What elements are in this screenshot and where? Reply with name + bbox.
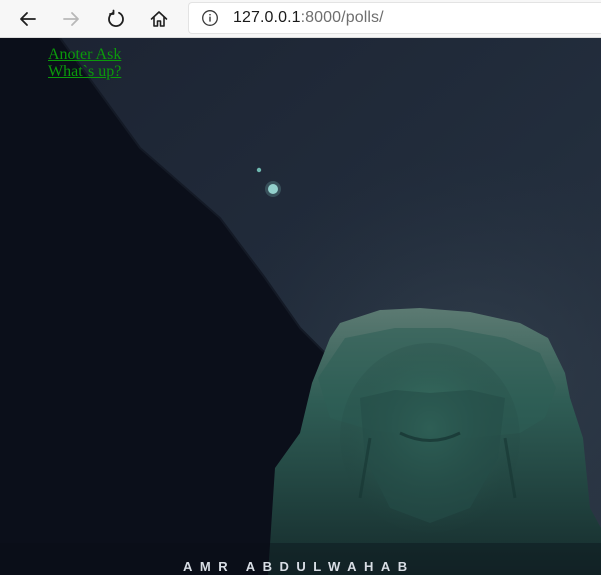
forward-arrow-icon bbox=[63, 12, 79, 26]
url-host: 127.0.0.1 bbox=[233, 9, 301, 26]
address-bar[interactable]: 127.0.0.1:8000/polls/ bbox=[188, 2, 601, 34]
star-dot bbox=[256, 167, 262, 173]
home-icon bbox=[150, 11, 168, 27]
home-button[interactable] bbox=[144, 4, 174, 34]
back-arrow-icon bbox=[20, 12, 36, 26]
poll-link-anoter-ask[interactable]: Anoter Ask bbox=[48, 46, 121, 63]
browser-toolbar: 127.0.0.1:8000/polls/ bbox=[0, 0, 601, 38]
page-body: Anoter Ask What`s up? AMR ABDULWAHAB bbox=[0, 38, 601, 575]
back-button[interactable] bbox=[13, 4, 43, 34]
url-text[interactable]: 127.0.0.1:8000/polls/ bbox=[233, 9, 384, 27]
poll-link-whats-up[interactable]: What`s up? bbox=[48, 63, 121, 80]
background-image bbox=[0, 38, 601, 575]
forward-button[interactable] bbox=[56, 4, 86, 34]
reload-button[interactable] bbox=[101, 4, 131, 34]
background-credit-watermark: AMR ABDULWAHAB bbox=[183, 559, 415, 574]
polls-link-list: Anoter Ask What`s up? bbox=[48, 46, 121, 80]
url-path: :8000/polls/ bbox=[300, 9, 384, 26]
reload-icon bbox=[108, 9, 124, 28]
info-icon[interactable] bbox=[201, 9, 219, 27]
